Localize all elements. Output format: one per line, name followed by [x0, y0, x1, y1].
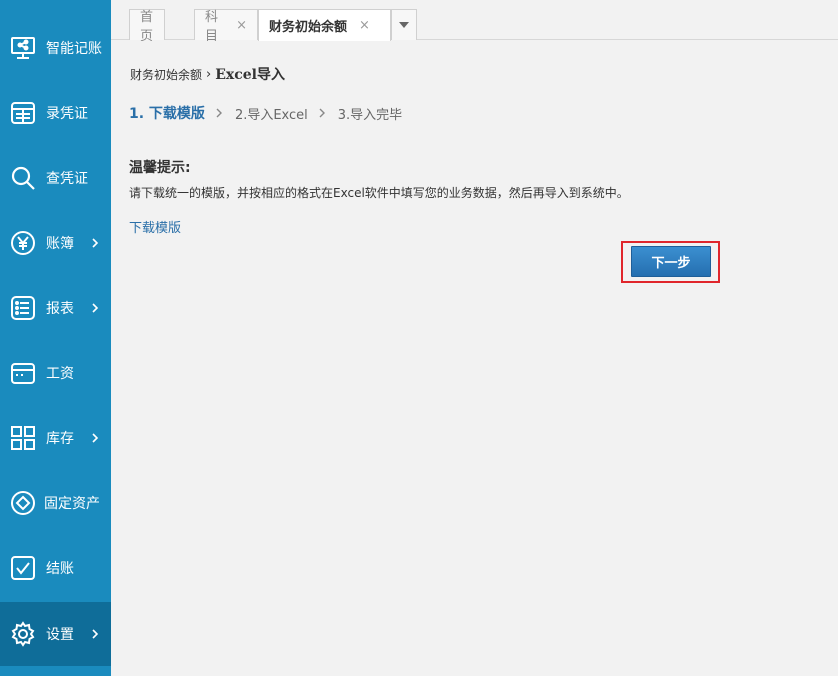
smart-bookkeeping-icon: [10, 35, 36, 61]
search-icon: [10, 165, 36, 191]
tab-dropdown-button[interactable]: [391, 9, 417, 40]
checkbox-icon: [10, 555, 36, 581]
sidebar-item-label: 结账: [46, 561, 74, 577]
close-icon[interactable]: ×: [359, 18, 370, 33]
sidebar-item-voucher-query[interactable]: 查凭证: [0, 146, 111, 210]
chevron-right-icon: [318, 107, 328, 119]
breadcrumb-parent[interactable]: 财务初始余额: [130, 66, 202, 83]
tip-title: 温馨提示:: [129, 160, 191, 176]
sidebar-item-label: 固定资产: [44, 496, 100, 512]
sidebar-item-label: 设置: [46, 627, 74, 643]
sidebar-item-smart-bookkeeping[interactable]: 智能记账: [0, 16, 111, 80]
sidebar-item-fixed-assets[interactable]: 固定资产: [0, 471, 111, 535]
sidebar-item-voucher-entry[interactable]: 录凭证: [0, 81, 111, 145]
tab-label: 财务初始余额: [269, 20, 348, 35]
sidebar-item-label: 录凭证: [46, 106, 88, 122]
chevron-right-icon: [92, 303, 99, 313]
report-list-icon: [10, 295, 36, 321]
download-template-link[interactable]: 下载模版: [129, 217, 181, 236]
chevron-right-icon: [215, 107, 225, 119]
voucher-entry-icon: [10, 100, 36, 126]
sidebar-item-payroll[interactable]: 工资: [0, 341, 111, 405]
sidebar-item-ledger[interactable]: 账簿: [0, 211, 111, 275]
inventory-grid-icon: [10, 425, 36, 451]
caret-down-icon: [399, 22, 409, 28]
sidebar-item-label: 工资: [46, 366, 74, 382]
gear-icon: [10, 621, 36, 647]
tab-label: 首页: [140, 10, 154, 44]
close-icon[interactable]: ×: [236, 18, 247, 33]
tab-initial-balance[interactable]: 财务初始余额 ×: [258, 9, 391, 41]
sidebar-item-label: 库存: [46, 431, 74, 447]
breadcrumb-separator: ›: [206, 66, 212, 82]
breadcrumb: 财务初始余额 › Excel导入: [130, 64, 285, 84]
diamond-icon: [10, 490, 36, 516]
tab-accounts[interactable]: 科目 ×: [194, 9, 258, 44]
sidebar-item-reports[interactable]: 报表: [0, 276, 111, 340]
step-download-template: 1. 下载模版: [129, 106, 205, 122]
wallet-icon: [10, 360, 36, 386]
sidebar-item-label: 账簿: [46, 236, 74, 252]
import-steps: 1. 下载模版 2.导入Excel 3.导入完毕: [129, 103, 402, 123]
sidebar-item-settings[interactable]: 设置: [0, 602, 111, 666]
chevron-right-icon: [92, 629, 99, 639]
sidebar: 智能记账 录凭证 查凭证 账簿 报表 工资 库存 固定资产 结账 设置: [0, 0, 111, 676]
chevron-right-icon: [92, 433, 99, 443]
tab-bar: 首页 科目 × 财务初始余额 ×: [111, 0, 838, 44]
tab-home[interactable]: 首页: [129, 9, 165, 44]
breadcrumb-current: Excel导入: [215, 67, 285, 83]
sidebar-item-label: 智能记账: [46, 41, 102, 57]
sidebar-item-label: 报表: [46, 301, 74, 317]
next-step-button[interactable]: 下一步: [631, 246, 711, 277]
sidebar-item-label: 查凭证: [46, 171, 88, 187]
chevron-right-icon: [92, 238, 99, 248]
sidebar-item-closing[interactable]: 结账: [0, 536, 111, 600]
yen-icon: [10, 230, 36, 256]
tip-text: 请下载统一的模版，并按相应的格式在Excel软件中填写您的业务数据，然后再导入到…: [129, 186, 629, 200]
tab-label: 科目: [205, 10, 219, 44]
step-import-excel: 2.导入Excel: [234, 107, 308, 123]
main-content: 财务初始余额 › Excel导入 1. 下载模版 2.导入Excel 3.导入完…: [111, 41, 838, 676]
step-import-complete: 3.导入完毕: [337, 107, 403, 123]
sidebar-item-inventory[interactable]: 库存: [0, 406, 111, 470]
